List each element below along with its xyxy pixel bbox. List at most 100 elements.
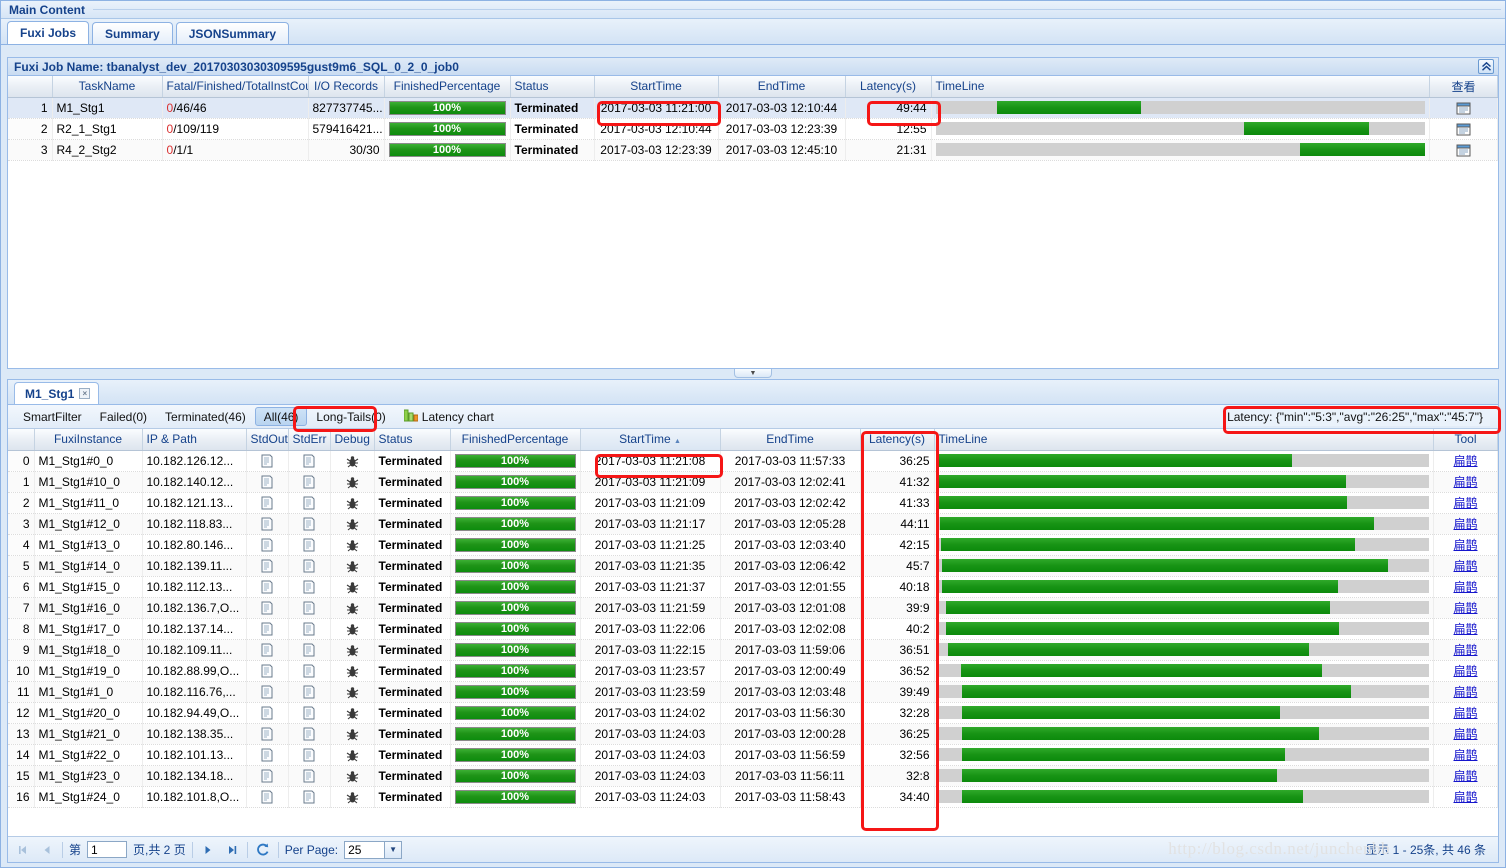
- cell-tool[interactable]: 扁鹊: [1434, 702, 1498, 723]
- col-io-records[interactable]: I/O Records: [308, 76, 384, 97]
- stderr-document-icon[interactable]: [303, 559, 315, 573]
- tool-link[interactable]: 扁鹊: [1453, 790, 1477, 804]
- debug-bug-icon[interactable]: [346, 518, 359, 531]
- cell-debug[interactable]: [330, 639, 374, 660]
- table-row[interactable]: 1M1_Stg1#10_010.182.140.12...Terminated1…: [8, 471, 1498, 492]
- debug-bug-icon[interactable]: [346, 770, 359, 783]
- cell-tool[interactable]: 扁鹊: [1434, 618, 1498, 639]
- stdout-document-icon[interactable]: [261, 601, 273, 615]
- cell-stderr[interactable]: [288, 744, 330, 765]
- cell-stderr[interactable]: [288, 765, 330, 786]
- col-status[interactable]: Status: [510, 76, 594, 97]
- tool-link[interactable]: 扁鹊: [1453, 580, 1477, 594]
- collapse-chevron-icon[interactable]: [1478, 59, 1494, 74]
- stderr-document-icon[interactable]: [303, 538, 315, 552]
- debug-bug-icon[interactable]: [346, 728, 359, 741]
- cell-debug[interactable]: [330, 786, 374, 807]
- cell-debug[interactable]: [330, 765, 374, 786]
- stderr-document-icon[interactable]: [303, 685, 315, 699]
- stderr-document-icon[interactable]: [303, 601, 315, 615]
- cell-debug[interactable]: [330, 471, 374, 492]
- stderr-document-icon[interactable]: [303, 727, 315, 741]
- debug-bug-icon[interactable]: [346, 602, 359, 615]
- col-endtime[interactable]: EndTime: [720, 429, 860, 450]
- terminated-filter-button[interactable]: Terminated(46): [156, 407, 255, 426]
- cell-tool[interactable]: 扁鹊: [1434, 471, 1498, 492]
- stderr-document-icon[interactable]: [303, 475, 315, 489]
- col-latency[interactable]: Latency(s): [845, 76, 931, 97]
- stdout-document-icon[interactable]: [261, 559, 273, 573]
- cell-debug[interactable]: [330, 513, 374, 534]
- stdout-document-icon[interactable]: [261, 769, 273, 783]
- tool-link[interactable]: 扁鹊: [1453, 727, 1477, 741]
- debug-bug-icon[interactable]: [346, 707, 359, 720]
- col-starttime[interactable]: StartTime ▲: [580, 429, 720, 450]
- smartfilter-button[interactable]: SmartFilter: [14, 407, 91, 426]
- stdout-document-icon[interactable]: [261, 538, 273, 552]
- cell-stdout[interactable]: [246, 702, 288, 723]
- tab-fuxi-jobs[interactable]: Fuxi Jobs: [7, 21, 89, 44]
- cell-stderr[interactable]: [288, 702, 330, 723]
- cell-debug[interactable]: [330, 744, 374, 765]
- stderr-document-icon[interactable]: [303, 517, 315, 531]
- table-row[interactable]: 6M1_Stg1#15_010.182.112.13...Terminated1…: [8, 576, 1498, 597]
- table-row[interactable]: 5M1_Stg1#14_010.182.139.11...Terminated1…: [8, 555, 1498, 576]
- cell-debug[interactable]: [330, 681, 374, 702]
- per-page-select[interactable]: 25 ▼: [344, 841, 402, 859]
- stdout-document-icon[interactable]: [261, 643, 273, 657]
- col-debug[interactable]: Debug: [330, 429, 374, 450]
- view-document-icon[interactable]: [1456, 143, 1471, 157]
- cell-debug[interactable]: [330, 492, 374, 513]
- debug-bug-icon[interactable]: [346, 497, 359, 510]
- cell-stdout[interactable]: [246, 555, 288, 576]
- col-timeline[interactable]: TimeLine: [934, 429, 1434, 450]
- stdout-document-icon[interactable]: [261, 790, 273, 804]
- cell-view[interactable]: [1430, 118, 1498, 139]
- debug-bug-icon[interactable]: [346, 560, 359, 573]
- cell-stderr[interactable]: [288, 513, 330, 534]
- cell-stderr[interactable]: [288, 660, 330, 681]
- stdout-document-icon[interactable]: [261, 580, 273, 594]
- stdout-document-icon[interactable]: [261, 622, 273, 636]
- cell-stdout[interactable]: [246, 723, 288, 744]
- close-icon[interactable]: ×: [79, 388, 90, 399]
- cell-tool[interactable]: 扁鹊: [1434, 450, 1498, 471]
- tool-link[interactable]: 扁鹊: [1453, 643, 1477, 657]
- table-row[interactable]: 10M1_Stg1#19_010.182.88.99,O...Terminate…: [8, 660, 1498, 681]
- cell-tool[interactable]: 扁鹊: [1434, 639, 1498, 660]
- tool-link[interactable]: 扁鹊: [1453, 601, 1477, 615]
- tool-link[interactable]: 扁鹊: [1453, 559, 1477, 573]
- tool-link[interactable]: 扁鹊: [1453, 538, 1477, 552]
- cell-debug[interactable]: [330, 702, 374, 723]
- cell-tool[interactable]: 扁鹊: [1434, 576, 1498, 597]
- cell-stderr[interactable]: [288, 681, 330, 702]
- stderr-document-icon[interactable]: [303, 748, 315, 762]
- table-row[interactable]: 3M1_Stg1#12_010.182.118.83...Terminated1…: [8, 513, 1498, 534]
- col-fatal-finished-total[interactable]: Fatal/Finished/TotalInstCount: [162, 76, 308, 97]
- cell-stderr[interactable]: [288, 471, 330, 492]
- tool-link[interactable]: 扁鹊: [1453, 496, 1477, 510]
- stdout-document-icon[interactable]: [261, 727, 273, 741]
- stdout-document-icon[interactable]: [261, 685, 273, 699]
- panel-splitter[interactable]: ▼: [7, 370, 1499, 378]
- cell-tool[interactable]: 扁鹊: [1434, 786, 1498, 807]
- cell-stderr[interactable]: [288, 555, 330, 576]
- latency-chart-button[interactable]: Latency chart: [395, 407, 503, 426]
- page-number-input[interactable]: [87, 841, 127, 858]
- cell-debug[interactable]: [330, 534, 374, 555]
- tool-link[interactable]: 扁鹊: [1453, 517, 1477, 531]
- cell-tool[interactable]: 扁鹊: [1434, 681, 1498, 702]
- cell-stderr[interactable]: [288, 639, 330, 660]
- cell-stderr[interactable]: [288, 450, 330, 471]
- cell-debug[interactable]: [330, 450, 374, 471]
- cell-stdout[interactable]: [246, 576, 288, 597]
- cell-stdout[interactable]: [246, 534, 288, 555]
- stderr-document-icon[interactable]: [303, 790, 315, 804]
- col-finished-percentage[interactable]: FinishedPercentage: [384, 76, 510, 97]
- table-row[interactable]: 16M1_Stg1#24_010.182.101.8,O...Terminate…: [8, 786, 1498, 807]
- subtab-m1-stg1[interactable]: M1_Stg1 ×: [14, 382, 99, 404]
- instances-grid-scroll[interactable]: FuxiInstance IP & Path StdOut StdErr Deb…: [8, 429, 1498, 836]
- prev-page-icon[interactable]: [38, 841, 56, 859]
- cell-stdout[interactable]: [246, 597, 288, 618]
- chevron-down-icon[interactable]: ▼: [384, 842, 401, 858]
